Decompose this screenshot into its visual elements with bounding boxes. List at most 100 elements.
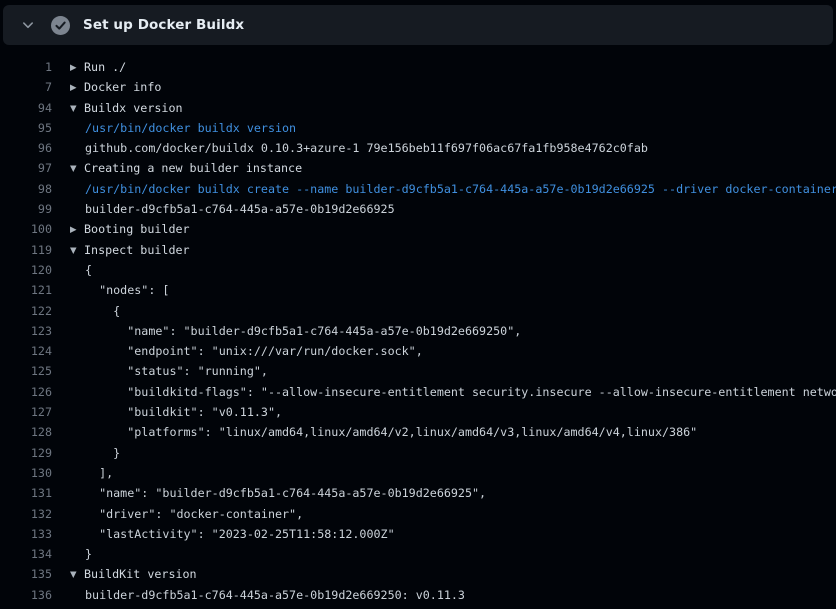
line-number[interactable]: 123 — [0, 321, 52, 341]
log-output-text: "lastActivity": "2023-02-25T11:58:12.000… — [85, 524, 395, 544]
line-number[interactable]: 97 — [0, 158, 52, 178]
line-number[interactable]: 120 — [0, 260, 52, 280]
log-text: "status": "running", — [85, 364, 268, 378]
log-group-title[interactable]: ▼BuildKit version — [70, 564, 197, 585]
step-header[interactable]: Set up Docker Buildx — [3, 5, 833, 45]
log-command-text: /usr/bin/docker buildx create --name bui… — [85, 179, 836, 199]
line-number[interactable]: 121 — [0, 280, 52, 300]
log-text: Inspect builder — [84, 243, 190, 257]
log-text: /usr/bin/docker buildx create --name bui… — [85, 182, 836, 196]
log-output-text: "name": "builder-d9cfb5a1-c764-445a-a57e… — [85, 321, 521, 341]
disclosure-expanded-icon[interactable]: ▼ — [70, 241, 84, 261]
line-number[interactable]: 96 — [0, 138, 52, 158]
log-output-text: ], — [85, 463, 113, 483]
log-output-text: "platforms": "linux/amd64,linux/amd64/v2… — [85, 422, 697, 442]
line-number[interactable]: 126 — [0, 382, 52, 402]
log-text: Run ./ — [84, 60, 126, 74]
line-number[interactable]: 125 — [0, 361, 52, 381]
log-line: 136 builder-d9cfb5a1-c764-445a-a57e-0b19d… — [0, 585, 836, 605]
log-line: 133 "lastActivity": "2023-02-25T11:58:12… — [0, 524, 836, 544]
log-text: "driver": "docker-container", — [85, 507, 303, 521]
log-text: Booting builder — [84, 222, 190, 236]
disclosure-expanded-icon[interactable]: ▼ — [70, 565, 84, 585]
log-text: Docker info — [84, 80, 161, 94]
line-number[interactable]: 128 — [0, 422, 52, 442]
log-output-text: "buildkit": "v0.11.3", — [85, 402, 282, 422]
log-text: github.com/docker/buildx 0.10.3+azure-1 … — [85, 141, 648, 155]
log-line: 134} — [0, 544, 836, 564]
line-number[interactable]: 132 — [0, 504, 52, 524]
log-text: { — [85, 304, 120, 318]
log-text: "name": "builder-d9cfb5a1-c764-445a-a57e… — [85, 324, 521, 338]
log-line: 96 github.com/docker/buildx 0.10.3+azure-… — [0, 138, 836, 158]
log-line: 127 "buildkit": "v0.11.3", — [0, 402, 836, 422]
line-number[interactable]: 130 — [0, 463, 52, 483]
log-text: } — [85, 446, 120, 460]
log-text: builder-d9cfb5a1-c764-445a-a57e-0b19d2e6… — [85, 202, 395, 216]
disclosure-collapsed-icon[interactable]: ▶ — [70, 220, 84, 240]
chevron-down-icon[interactable] — [17, 14, 39, 36]
log-line: 126 "buildkitd-flags": "--allow-insecure… — [0, 382, 836, 402]
log-group-title[interactable]: ▼Inspect builder — [70, 240, 190, 261]
step-title: Set up Docker Buildx — [83, 17, 244, 33]
log-group-row: 100 ▶Booting builder — [0, 219, 836, 239]
log-line: 132 "driver": "docker-container", — [0, 504, 836, 524]
line-number[interactable]: 1 — [0, 57, 52, 77]
log-group-row: 119 ▼Inspect builder — [0, 240, 836, 260]
log-viewer: 1▶Run ./7▶Docker info94▼Buildx version95… — [0, 45, 836, 605]
log-group-title[interactable]: ▶Run ./ — [70, 57, 126, 78]
line-number[interactable]: 119 — [0, 240, 52, 260]
line-number[interactable]: 100 — [0, 219, 52, 239]
line-number[interactable]: 134 — [0, 544, 52, 564]
log-text: "endpoint": "unix:///var/run/docker.sock… — [85, 344, 423, 358]
log-group-title[interactable]: ▼Creating a new builder instance — [70, 158, 302, 179]
log-text: { — [85, 263, 92, 277]
disclosure-expanded-icon[interactable]: ▼ — [70, 159, 84, 179]
line-number[interactable]: 133 — [0, 524, 52, 544]
log-line: 131 "name": "builder-d9cfb5a1-c764-445a-… — [0, 483, 836, 503]
log-line: 120 { — [0, 260, 836, 280]
log-line: 98/usr/bin/docker buildx create --name b… — [0, 179, 836, 199]
line-number[interactable]: 124 — [0, 341, 52, 361]
log-output-text: } — [85, 544, 92, 564]
line-number[interactable]: 7 — [0, 77, 52, 97]
disclosure-expanded-icon[interactable]: ▼ — [70, 99, 84, 119]
log-command-text: /usr/bin/docker buildx version — [85, 118, 296, 138]
log-text: "buildkitd-flags": "--allow-insecure-ent… — [85, 385, 836, 399]
log-group-title[interactable]: ▼Buildx version — [70, 98, 183, 119]
log-text: "buildkit": "v0.11.3", — [85, 405, 282, 419]
log-line: 122 { — [0, 301, 836, 321]
line-number[interactable]: 136 — [0, 585, 52, 605]
log-line: 95/usr/bin/docker buildx version — [0, 118, 836, 138]
line-number[interactable]: 98 — [0, 179, 52, 199]
log-output-text: "status": "running", — [85, 361, 268, 381]
line-number[interactable]: 127 — [0, 402, 52, 422]
log-group-title[interactable]: ▶Booting builder — [70, 219, 190, 240]
disclosure-collapsed-icon[interactable]: ▶ — [70, 58, 84, 78]
log-line: 124 "endpoint": "unix:///var/run/docker.… — [0, 341, 836, 361]
log-output-text: builder-d9cfb5a1-c764-445a-a57e-0b19d2e6… — [85, 585, 465, 605]
log-line: 99 builder-d9cfb5a1-c764-445a-a57e-0b19d2… — [0, 199, 836, 219]
log-group-row: 94 ▼Buildx version — [0, 98, 836, 118]
log-text: Buildx version — [84, 101, 183, 115]
log-group-title[interactable]: ▶Docker info — [70, 77, 161, 98]
log-output-text: "endpoint": "unix:///var/run/docker.sock… — [85, 341, 423, 361]
line-number[interactable]: 94 — [0, 98, 52, 118]
log-text: BuildKit version — [84, 567, 197, 581]
line-number[interactable]: 135 — [0, 564, 52, 584]
line-number[interactable]: 95 — [0, 118, 52, 138]
line-number[interactable]: 129 — [0, 443, 52, 463]
log-output-text: { — [85, 301, 120, 321]
disclosure-collapsed-icon[interactable]: ▶ — [70, 78, 84, 98]
log-group-row: 1 ▶Run ./ — [0, 57, 836, 77]
log-line: 125 "status": "running", — [0, 361, 836, 381]
log-line: 128 "platforms": "linux/amd64,linux/amd6… — [0, 422, 836, 442]
line-number[interactable]: 131 — [0, 483, 52, 503]
line-number[interactable]: 122 — [0, 301, 52, 321]
log-line: 129 } — [0, 443, 836, 463]
log-output-text: "buildkitd-flags": "--allow-insecure-ent… — [85, 382, 836, 402]
log-output-text: { — [85, 260, 92, 280]
log-output-text: } — [85, 443, 120, 463]
line-number[interactable]: 99 — [0, 199, 52, 219]
log-group-row: 135 ▼BuildKit version — [0, 564, 836, 584]
